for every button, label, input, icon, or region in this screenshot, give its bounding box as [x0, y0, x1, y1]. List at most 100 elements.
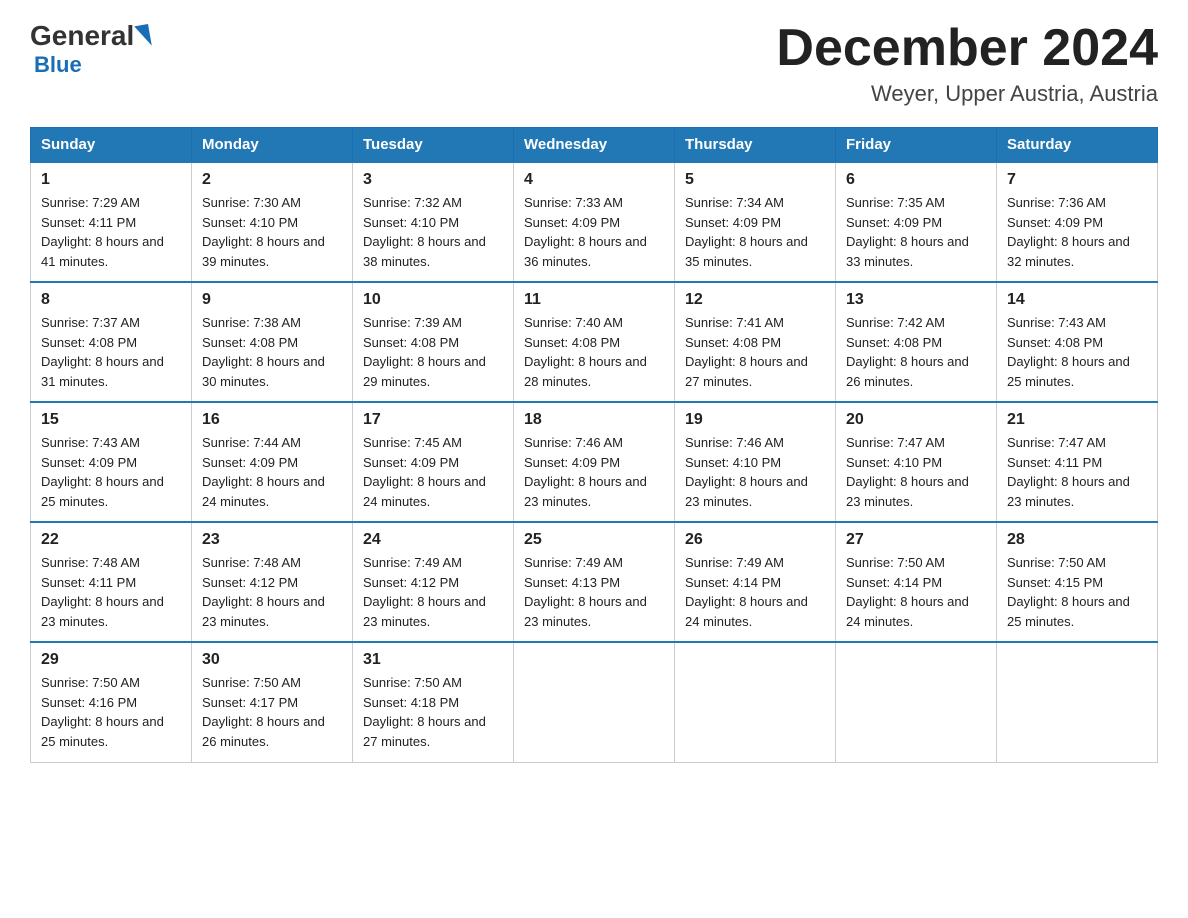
day-info: Sunrise: 7:48 AMSunset: 4:12 PMDaylight:… — [202, 553, 342, 631]
calendar-cell: 25Sunrise: 7:49 AMSunset: 4:13 PMDayligh… — [514, 522, 675, 642]
day-number: 24 — [363, 531, 503, 549]
day-number: 21 — [1007, 411, 1147, 429]
day-number: 19 — [685, 411, 825, 429]
day-info: Sunrise: 7:44 AMSunset: 4:09 PMDaylight:… — [202, 433, 342, 511]
calendar-cell: 30Sunrise: 7:50 AMSunset: 4:17 PMDayligh… — [192, 642, 353, 762]
column-header-wednesday: Wednesday — [514, 128, 675, 163]
day-info: Sunrise: 7:46 AMSunset: 4:10 PMDaylight:… — [685, 433, 825, 511]
day-number: 2 — [202, 171, 342, 189]
calendar-cell: 1 Sunrise: 7:29 AMSunset: 4:11 PMDaylight… — [31, 162, 192, 282]
calendar-cell: 9 Sunrise: 7:38 AMSunset: 4:08 PMDaylight… — [192, 282, 353, 402]
day-info: Sunrise: 7:42 AMSunset: 4:08 PMDaylight:… — [846, 313, 986, 391]
day-info: Sunrise: 7:41 AMSunset: 4:08 PMDaylight:… — [685, 313, 825, 391]
calendar-cell: 5Sunrise: 7:34 AMSunset: 4:09 PMDaylight… — [675, 162, 836, 282]
day-info: Sunrise: 7:39 AMSunset: 4:08 PMDaylight:… — [363, 313, 503, 391]
day-number: 29 — [41, 651, 181, 669]
day-number: 3 — [363, 171, 503, 189]
calendar-header-row: SundayMondayTuesdayWednesdayThursdayFrid… — [31, 128, 1158, 163]
calendar-cell: 13 Sunrise: 7:42 AMSunset: 4:08 PMDayligh… — [836, 282, 997, 402]
day-info: Sunrise: 7:37 AMSunset: 4:08 PMDaylight:… — [41, 313, 181, 391]
day-info: Sunrise: 7:45 AMSunset: 4:09 PMDaylight:… — [363, 433, 503, 511]
calendar-cell: 23Sunrise: 7:48 AMSunset: 4:12 PMDayligh… — [192, 522, 353, 642]
calendar-cell: 26Sunrise: 7:49 AMSunset: 4:14 PMDayligh… — [675, 522, 836, 642]
day-info: Sunrise: 7:46 AMSunset: 4:09 PMDaylight:… — [524, 433, 664, 511]
calendar-table: SundayMondayTuesdayWednesdayThursdayFrid… — [30, 127, 1158, 763]
day-number: 16 — [202, 411, 342, 429]
day-info: Sunrise: 7:50 AMSunset: 4:14 PMDaylight:… — [846, 553, 986, 631]
calendar-cell: 16 Sunrise: 7:44 AMSunset: 4:09 PMDayligh… — [192, 402, 353, 522]
month-title: December 2024 — [776, 20, 1158, 77]
day-info: Sunrise: 7:50 AMSunset: 4:15 PMDaylight:… — [1007, 553, 1147, 631]
day-number: 1 — [41, 171, 181, 189]
column-header-friday: Friday — [836, 128, 997, 163]
day-number: 14 — [1007, 291, 1147, 309]
day-number: 6 — [846, 171, 986, 189]
week-row-5: 29Sunrise: 7:50 AMSunset: 4:16 PMDayligh… — [31, 642, 1158, 762]
week-row-1: 1 Sunrise: 7:29 AMSunset: 4:11 PMDaylight… — [31, 162, 1158, 282]
day-number: 15 — [41, 411, 181, 429]
column-header-thursday: Thursday — [675, 128, 836, 163]
day-number: 31 — [363, 651, 503, 669]
calendar-cell: 10 Sunrise: 7:39 AMSunset: 4:08 PMDayligh… — [353, 282, 514, 402]
day-number: 13 — [846, 291, 986, 309]
day-info: Sunrise: 7:49 AMSunset: 4:14 PMDaylight:… — [685, 553, 825, 631]
week-row-4: 22Sunrise: 7:48 AMSunset: 4:11 PMDayligh… — [31, 522, 1158, 642]
day-number: 27 — [846, 531, 986, 549]
logo: General Blue — [30, 20, 152, 78]
column-header-monday: Monday — [192, 128, 353, 163]
calendar-cell: 19 Sunrise: 7:46 AMSunset: 4:10 PMDayligh… — [675, 402, 836, 522]
location-title: Weyer, Upper Austria, Austria — [776, 81, 1158, 107]
calendar-cell: 28 Sunrise: 7:50 AMSunset: 4:15 PMDayligh… — [997, 522, 1158, 642]
calendar-cell: 6 Sunrise: 7:35 AMSunset: 4:09 PMDaylight… — [836, 162, 997, 282]
day-info: Sunrise: 7:30 AMSunset: 4:10 PMDaylight:… — [202, 193, 342, 271]
logo-general-text: General — [30, 20, 134, 52]
day-info: Sunrise: 7:50 AMSunset: 4:17 PMDaylight:… — [202, 673, 342, 751]
calendar-cell: 29Sunrise: 7:50 AMSunset: 4:16 PMDayligh… — [31, 642, 192, 762]
calendar-cell: 8Sunrise: 7:37 AMSunset: 4:08 PMDaylight… — [31, 282, 192, 402]
column-header-tuesday: Tuesday — [353, 128, 514, 163]
day-number: 20 — [846, 411, 986, 429]
day-info: Sunrise: 7:47 AMSunset: 4:11 PMDaylight:… — [1007, 433, 1147, 511]
calendar-cell: 4 Sunrise: 7:33 AMSunset: 4:09 PMDaylight… — [514, 162, 675, 282]
column-header-saturday: Saturday — [997, 128, 1158, 163]
day-info: Sunrise: 7:32 AMSunset: 4:10 PMDaylight:… — [363, 193, 503, 271]
day-info: Sunrise: 7:35 AMSunset: 4:09 PMDaylight:… — [846, 193, 986, 271]
day-info: Sunrise: 7:43 AMSunset: 4:08 PMDaylight:… — [1007, 313, 1147, 391]
day-number: 18 — [524, 411, 664, 429]
day-info: Sunrise: 7:47 AMSunset: 4:10 PMDaylight:… — [846, 433, 986, 511]
day-number: 28 — [1007, 531, 1147, 549]
week-row-2: 8Sunrise: 7:37 AMSunset: 4:08 PMDaylight… — [31, 282, 1158, 402]
calendar-cell: 24 Sunrise: 7:49 AMSunset: 4:12 PMDayligh… — [353, 522, 514, 642]
calendar-cell: 2 Sunrise: 7:30 AMSunset: 4:10 PMDaylight… — [192, 162, 353, 282]
calendar-cell: 31 Sunrise: 7:50 AMSunset: 4:18 PMDayligh… — [353, 642, 514, 762]
calendar-cell — [675, 642, 836, 762]
day-info: Sunrise: 7:29 AMSunset: 4:11 PMDaylight:… — [41, 193, 181, 271]
day-number: 5 — [685, 171, 825, 189]
day-info: Sunrise: 7:49 AMSunset: 4:13 PMDaylight:… — [524, 553, 664, 631]
page-header: General Blue December 2024 Weyer, Upper … — [30, 20, 1158, 107]
day-number: 10 — [363, 291, 503, 309]
logo-subtitle: Blue — [34, 52, 82, 78]
day-info: Sunrise: 7:36 AMSunset: 4:09 PMDaylight:… — [1007, 193, 1147, 271]
calendar-cell: 20 Sunrise: 7:47 AMSunset: 4:10 PMDayligh… — [836, 402, 997, 522]
day-number: 12 — [685, 291, 825, 309]
day-info: Sunrise: 7:33 AMSunset: 4:09 PMDaylight:… — [524, 193, 664, 271]
day-info: Sunrise: 7:50 AMSunset: 4:18 PMDaylight:… — [363, 673, 503, 751]
day-number: 22 — [41, 531, 181, 549]
title-block: December 2024 Weyer, Upper Austria, Aust… — [776, 20, 1158, 107]
day-info: Sunrise: 7:43 AMSunset: 4:09 PMDaylight:… — [41, 433, 181, 511]
logo-triangle-icon — [134, 24, 152, 48]
day-number: 11 — [524, 291, 664, 309]
week-row-3: 15 Sunrise: 7:43 AMSunset: 4:09 PMDayligh… — [31, 402, 1158, 522]
calendar-cell: 11Sunrise: 7:40 AMSunset: 4:08 PMDayligh… — [514, 282, 675, 402]
day-info: Sunrise: 7:49 AMSunset: 4:12 PMDaylight:… — [363, 553, 503, 631]
day-number: 4 — [524, 171, 664, 189]
day-number: 7 — [1007, 171, 1147, 189]
column-header-sunday: Sunday — [31, 128, 192, 163]
day-number: 9 — [202, 291, 342, 309]
day-info: Sunrise: 7:38 AMSunset: 4:08 PMDaylight:… — [202, 313, 342, 391]
calendar-cell: 17Sunrise: 7:45 AMSunset: 4:09 PMDayligh… — [353, 402, 514, 522]
calendar-cell: 7 Sunrise: 7:36 AMSunset: 4:09 PMDaylight… — [997, 162, 1158, 282]
calendar-cell: 18 Sunrise: 7:46 AMSunset: 4:09 PMDayligh… — [514, 402, 675, 522]
calendar-cell: 12 Sunrise: 7:41 AMSunset: 4:08 PMDayligh… — [675, 282, 836, 402]
